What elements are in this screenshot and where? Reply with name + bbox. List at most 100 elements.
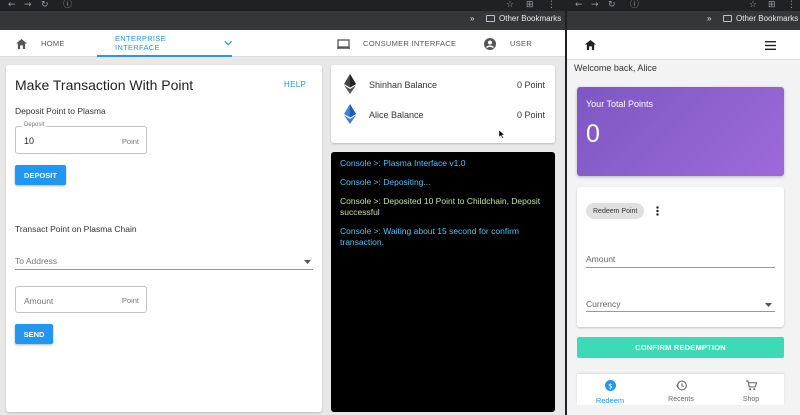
- reload-icon[interactable]: ↻: [41, 0, 49, 10]
- forward-icon[interactable]: →: [591, 0, 599, 10]
- monitor-icon: [337, 38, 350, 49]
- console-line: Console >: Plasma Interface v1.0: [340, 158, 466, 168]
- transaction-card-title: Make Transaction With Point: [15, 77, 194, 93]
- console-line: Console >: Depositing...: [340, 177, 431, 187]
- star-icon[interactable]: ☆: [506, 0, 514, 10]
- dropdown-arrow-icon: [304, 260, 311, 264]
- more-vert-icon[interactable]: [656, 206, 659, 216]
- info-icon[interactable]: ⓘ: [63, 0, 72, 10]
- bottom-nav-redeem[interactable]: $ Redeem: [593, 378, 627, 405]
- currency-select[interactable]: Currency: [586, 296, 775, 312]
- shinhan-balance-label: Shinhan Balance: [369, 80, 438, 90]
- ethereum-icon-alice: [344, 104, 356, 124]
- bottom-nav-shop-label: Shop: [742, 396, 760, 403]
- bottom-nav-shop[interactable]: Shop: [734, 378, 768, 403]
- tab-enterprise[interactable]: ENTERPRISE INTERFACE: [97, 30, 232, 57]
- confirm-redemption-button[interactable]: CONFIRM REDEMPTION: [577, 337, 784, 358]
- deposit-section-title: Deposit Point to Plasma: [15, 106, 106, 116]
- total-points-title: Your Total Points: [586, 99, 654, 109]
- browser-toolbar: ← → ↻ ⓘ ☆ ⊞ ⋮: [0, 0, 565, 11]
- amount-placeholder: Amount: [24, 296, 54, 306]
- console-line: Console >: Deposited 10 Point to Childch…: [340, 196, 541, 217]
- home-icon[interactable]: [585, 40, 596, 50]
- enterprise-browser-window: ← → ↻ ⓘ ☆ ⊞ ⋮ » Other Bookmarks HOME ENT…: [0, 0, 565, 415]
- extension-icon[interactable]: ⊞: [526, 0, 534, 10]
- bookmarks-more[interactable]: »: [470, 14, 474, 23]
- shinhan-balance-value: 0 Point: [516, 80, 545, 90]
- dropdown-arrow-icon: [765, 303, 772, 307]
- redeem-card: Redeem Point Amount Currency: [577, 187, 784, 327]
- tab-user[interactable]: USER: [484, 30, 532, 57]
- bookmarks-bar: » Other Bookmarks: [0, 11, 565, 30]
- to-address-placeholder: To Address: [15, 256, 58, 266]
- extension-icon[interactable]: ⊞: [768, 0, 776, 10]
- bottom-nav-recents[interactable]: Recents: [664, 378, 698, 403]
- bookmarks-bar: » Other Bookmarks: [567, 11, 800, 30]
- browser-toolbar: ← → ↻ ⓘ ☆ ⊞ ⋮: [567, 0, 800, 11]
- transaction-card: Make Transaction With Point HELP Deposit…: [6, 65, 322, 412]
- transact-section-title: Transact Point on Plasma Chain: [15, 224, 137, 234]
- folder-icon: [486, 15, 495, 22]
- other-bookmarks-label: Other Bookmarks: [499, 14, 562, 23]
- mouse-cursor-icon: [499, 130, 505, 139]
- menu-dots-icon[interactable]: ⋮: [547, 0, 556, 10]
- deposit-button[interactable]: DEPOSIT: [15, 165, 66, 185]
- svg-text:$: $: [608, 381, 613, 390]
- account-circle-icon: [484, 37, 496, 50]
- currency-placeholder: Currency: [586, 299, 621, 309]
- back-icon[interactable]: ←: [8, 0, 16, 10]
- tab-home-label: HOME: [41, 39, 65, 48]
- bottom-nav-recents-label: Recents: [668, 396, 694, 403]
- tab-user-label: USER: [510, 39, 533, 48]
- total-points-value: 0: [586, 120, 600, 148]
- reload-icon[interactable]: ↻: [608, 0, 616, 10]
- other-bookmarks-label: Other Bookmarks: [736, 14, 799, 23]
- app-navbar: [567, 30, 800, 60]
- home-icon: [16, 38, 27, 49]
- deposit-field-label: Deposit: [22, 122, 47, 128]
- help-button[interactable]: HELP: [284, 80, 306, 89]
- other-bookmarks[interactable]: Other Bookmarks: [723, 14, 798, 23]
- alice-balance-value: 0 Point: [516, 110, 545, 120]
- history-icon: [675, 380, 687, 391]
- total-points-card: Your Total Points 0: [577, 87, 784, 176]
- redeem-amount-placeholder: Amount: [586, 254, 616, 264]
- consumer-browser-window: ← → ↻ ⓘ ☆ ⊞ ⋮ » Other Bookmarks Welcome …: [567, 0, 800, 415]
- other-bookmarks[interactable]: Other Bookmarks: [486, 14, 561, 23]
- hamburger-menu-icon[interactable]: [765, 41, 776, 50]
- tab-enterprise-label: ENTERPRISE INTERFACE: [115, 33, 166, 52]
- ethereum-icon-shinhan: [344, 74, 356, 94]
- deposit-input-value[interactable]: 10: [24, 136, 34, 146]
- browser-chrome: ← → ↻ ⓘ ☆ ⊞ ⋮ » Other Bookmarks: [0, 0, 565, 30]
- back-icon[interactable]: ←: [575, 0, 583, 10]
- chevron-down-icon[interactable]: [224, 40, 232, 46]
- folder-icon: [723, 15, 732, 22]
- forward-icon[interactable]: →: [24, 0, 32, 10]
- redeem-amount-input[interactable]: Amount: [586, 253, 775, 268]
- menu-dots-icon[interactable]: ⋮: [787, 0, 796, 10]
- welcome-message: Welcome back, Alice: [574, 63, 657, 73]
- balance-card: Shinhan Balance 0 Point Alice Balance 0 …: [331, 65, 555, 143]
- info-icon[interactable]: ⓘ: [630, 0, 639, 10]
- console-panel: Console >: Plasma Interface v1.0 Console…: [331, 152, 555, 412]
- amount-unit: Point: [121, 296, 139, 305]
- dollar-icon: $: [604, 380, 616, 391]
- deposit-unit: Point: [121, 137, 139, 146]
- bookmarks-more[interactable]: »: [707, 14, 711, 23]
- tab-consumer-label: CONSUMER INTERFACE: [363, 39, 457, 48]
- tab-consumer[interactable]: CONSUMER INTERFACE: [337, 30, 456, 57]
- redeem-point-chip[interactable]: Redeem Point: [586, 203, 645, 219]
- bottom-nav-redeem-label: Redeem: [595, 396, 625, 405]
- browser-chrome: ← → ↻ ⓘ ☆ ⊞ ⋮ » Other Bookmarks: [567, 0, 800, 30]
- amount-field[interactable]: Amount Point: [15, 286, 147, 313]
- alice-balance-label: Alice Balance: [369, 110, 424, 120]
- cart-icon: [745, 380, 757, 391]
- tab-home[interactable]: HOME: [16, 30, 65, 57]
- console-line: Console >: Waiting about 15 second for c…: [340, 226, 519, 247]
- send-button[interactable]: SEND: [15, 324, 53, 344]
- bottom-navigation: $ Redeem Recents Shop: [577, 374, 784, 405]
- app-navbar: HOME ENTERPRISE INTERFACE CONSUMER INTER…: [0, 30, 565, 57]
- star-icon[interactable]: ☆: [749, 0, 757, 10]
- to-address-select[interactable]: To Address: [15, 252, 313, 270]
- deposit-field[interactable]: Deposit 10 Point: [15, 122, 147, 154]
